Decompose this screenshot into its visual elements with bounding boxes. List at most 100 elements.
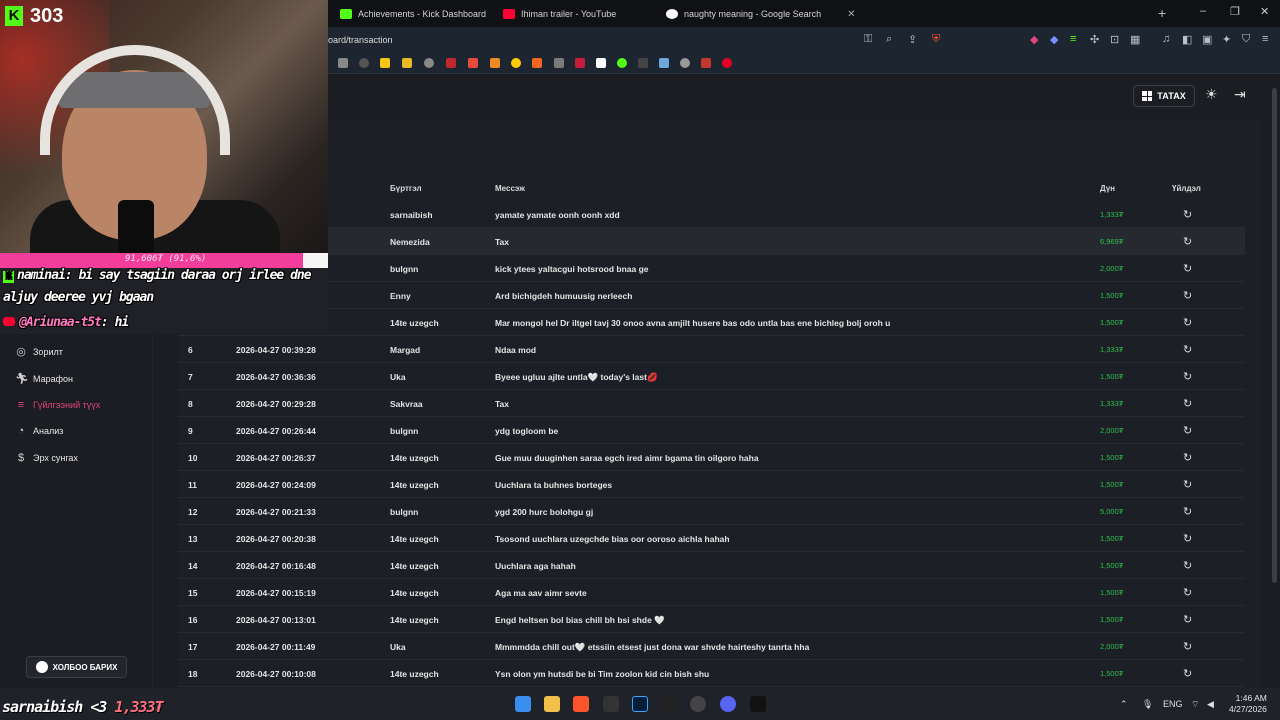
table-row[interactable]: 15 2026-04-27 00:15:19 14te uzegch Aga ma a… xyxy=(178,579,1245,606)
theme-toggle-icon[interactable]: ☀ xyxy=(1205,86,1218,103)
replay-icon[interactable]: ↻ xyxy=(1183,451,1192,464)
replay-icon[interactable]: ↻ xyxy=(1183,397,1192,410)
table-row[interactable]: 13 2026-04-27 00:20:38 14te uzegch Tsosond … xyxy=(178,525,1245,552)
brave-browser-icon[interactable] xyxy=(573,696,589,712)
volume-icon[interactable]: ◀︎ xyxy=(1207,699,1214,710)
share-icon[interactable]: ⇪ xyxy=(908,33,917,46)
bookmark-icon[interactable] xyxy=(468,58,478,68)
minimize-button[interactable]: – xyxy=(1200,5,1206,17)
replay-icon[interactable]: ↻ xyxy=(1183,262,1192,275)
scrollbar-thumb[interactable] xyxy=(1272,88,1277,583)
live-app-icon[interactable] xyxy=(661,696,677,712)
sidebar-toggle-icon[interactable]: ◧ xyxy=(1182,33,1192,46)
wallet-icon[interactable]: ▣ xyxy=(1202,33,1212,46)
app-icon[interactable] xyxy=(603,696,619,712)
table-row[interactable]: 52026-04-27 00:40:0914te uzegchMar mongo… xyxy=(178,309,1245,336)
replay-icon[interactable]: ↻ xyxy=(1183,613,1192,626)
replay-icon[interactable]: ↻ xyxy=(1183,640,1192,653)
zoom-icon[interactable]: ⌕ xyxy=(886,33,892,46)
tray-chevron-icon[interactable]: ⌃ xyxy=(1120,699,1128,710)
tab-youtube[interactable]: Ihiman trailer - YouTube xyxy=(503,3,616,25)
contact-button[interactable]: ХОЛБОО БАРИХ xyxy=(26,656,127,678)
replay-icon[interactable]: ↻ xyxy=(1183,208,1192,221)
discord-icon[interactable] xyxy=(720,696,736,712)
bookmark-icon[interactable] xyxy=(424,58,434,68)
table-row[interactable]: 10 2026-04-27 00:26:37 14te uzegch Gue muu … xyxy=(178,444,1245,471)
file-explorer-icon[interactable] xyxy=(544,696,560,712)
table-row[interactable]: 8 2026-04-27 00:29:28 Sakvraa Tax 1,333₮ ↻ xyxy=(178,390,1245,417)
key-icon[interactable]: ⚿ xyxy=(864,33,872,46)
replay-icon[interactable]: ↻ xyxy=(1183,370,1192,383)
replay-icon[interactable]: ↻ xyxy=(1183,667,1192,680)
download-button[interactable]: ТАТАХ xyxy=(1133,85,1195,107)
maximize-button[interactable]: ❐ xyxy=(1230,5,1240,18)
replay-icon[interactable]: ↻ xyxy=(1183,559,1192,572)
url-field[interactable]: oard/transaction xyxy=(328,35,393,45)
logout-icon[interactable]: ⇥ xyxy=(1234,86,1246,103)
table-row[interactable]: Nemezida Tax 6,969₮ ↻ xyxy=(178,228,1245,255)
folder-icon[interactable] xyxy=(402,58,412,68)
bookmark-icon[interactable] xyxy=(554,58,564,68)
table-row[interactable]: 7 2026-04-27 00:36:36 Uka Byeee ugluu ajlte… xyxy=(178,363,1245,390)
extension-icon[interactable]: ≡ xyxy=(1070,33,1076,45)
replay-icon[interactable]: ↻ xyxy=(1183,316,1192,329)
bookmark-icon[interactable] xyxy=(680,58,690,68)
puzzle-icon[interactable]: ✣ xyxy=(1090,33,1099,46)
brave-shield-icon[interactable]: ⛨ xyxy=(932,33,940,46)
tab-google-search[interactable]: naughty meaning - Google Search ✕ xyxy=(666,3,855,25)
close-window-button[interactable]: ✕ xyxy=(1260,5,1269,18)
table-row[interactable]: 17 2026-04-27 00:11:49 Uka Mmmmdda chill ou… xyxy=(178,633,1245,660)
bookmark-icon[interactable] xyxy=(490,58,500,68)
replay-icon[interactable]: ↻ xyxy=(1183,424,1192,437)
bookmark-icon[interactable] xyxy=(617,58,627,68)
replay-icon[interactable]: ↻ xyxy=(1183,532,1192,545)
bookmark-icon[interactable] xyxy=(446,58,456,68)
bookmark-icon[interactable] xyxy=(532,58,542,68)
bookmark-icon[interactable] xyxy=(511,58,521,68)
language-indicator[interactable]: ENG xyxy=(1163,699,1183,709)
bookmark-icon[interactable] xyxy=(701,58,711,68)
replay-icon[interactable]: ↻ xyxy=(1183,343,1192,356)
table-row[interactable]: 11 2026-04-27 00:24:09 14te uzegch Uuchlara… xyxy=(178,471,1245,498)
bookmark-icon[interactable] xyxy=(638,58,648,68)
sidebar-item-analysis[interactable]: ◔ Анализ xyxy=(15,425,64,437)
replay-icon[interactable]: ↻ xyxy=(1183,289,1192,302)
network-icon[interactable]: ⌔ xyxy=(1191,699,1199,710)
bookmark-icon[interactable] xyxy=(659,58,669,68)
sidebar-item-goals[interactable]: ◎ Зорилт xyxy=(15,345,63,358)
replay-icon[interactable]: ↻ xyxy=(1183,505,1192,518)
extension-icon[interactable]: ◆ xyxy=(1030,33,1038,46)
folder-icon[interactable] xyxy=(380,58,390,68)
sidebar-item-marathon[interactable]: 🏃︎ Марафон xyxy=(15,372,73,385)
table-row[interactable]: sarnaibish yamate yamate oonh oonh xdd 1,3… xyxy=(178,201,1245,228)
table-row[interactable]: 12 2026-04-27 00:21:33 bulgnn ygd 200 hurc … xyxy=(178,498,1245,525)
sidebar-item-renew[interactable]: $ Эрх сунгах xyxy=(15,452,78,464)
bookmark-icon[interactable] xyxy=(575,58,585,68)
replay-icon[interactable]: ↻ xyxy=(1183,235,1192,248)
bookmark-icon[interactable] xyxy=(338,58,348,68)
tab-kick-dashboard[interactable]: Achievements - Kick Dashboard xyxy=(340,3,486,25)
vpn-icon[interactable]: ⛉ xyxy=(1242,33,1250,46)
obs-icon[interactable] xyxy=(690,696,706,712)
table-row[interactable]: 16 2026-04-27 00:13:01 14te uzegch Engd hel… xyxy=(178,606,1245,633)
music-icon[interactable]: ♫ xyxy=(1162,33,1170,45)
system-clock[interactable]: 1:46 AM 4/27/2026 xyxy=(1229,693,1267,715)
photoshop-icon[interactable] xyxy=(632,696,648,712)
qr-icon[interactable]: ▦ xyxy=(1130,33,1140,46)
mic-icon[interactable]: 🎙︎ xyxy=(1142,699,1153,710)
table-row[interactable]: 6 2026-04-27 00:39:28 Margad Ndaa mod 1,333₮… xyxy=(178,336,1245,363)
bookmark-icon[interactable] xyxy=(359,58,369,68)
table-row[interactable]: 14 2026-04-27 00:16:48 14te uzegch Uuchlara… xyxy=(178,552,1245,579)
close-tab-icon[interactable]: ✕ xyxy=(847,9,855,20)
app-icon[interactable] xyxy=(750,696,766,712)
menu-icon[interactable]: ≡ xyxy=(1262,33,1268,45)
replay-icon[interactable]: ↻ xyxy=(1183,478,1192,491)
leo-icon[interactable]: ✦ xyxy=(1222,33,1231,46)
table-row[interactable]: 9 2026-04-27 00:26:44 bulgnn ydg togloom be… xyxy=(178,417,1245,444)
new-tab-button[interactable]: + xyxy=(1158,5,1166,21)
extension-icon[interactable]: ◆ xyxy=(1050,33,1058,46)
table-row[interactable]: 42026-04-27 00:44:34EnnyArd bichigdeh hu… xyxy=(178,282,1245,309)
pinterest-icon[interactable] xyxy=(722,58,732,68)
replay-icon[interactable]: ↻ xyxy=(1183,586,1192,599)
table-row[interactable]: 18 2026-04-27 00:10:08 14te uzegch Ysn olon… xyxy=(178,660,1245,687)
